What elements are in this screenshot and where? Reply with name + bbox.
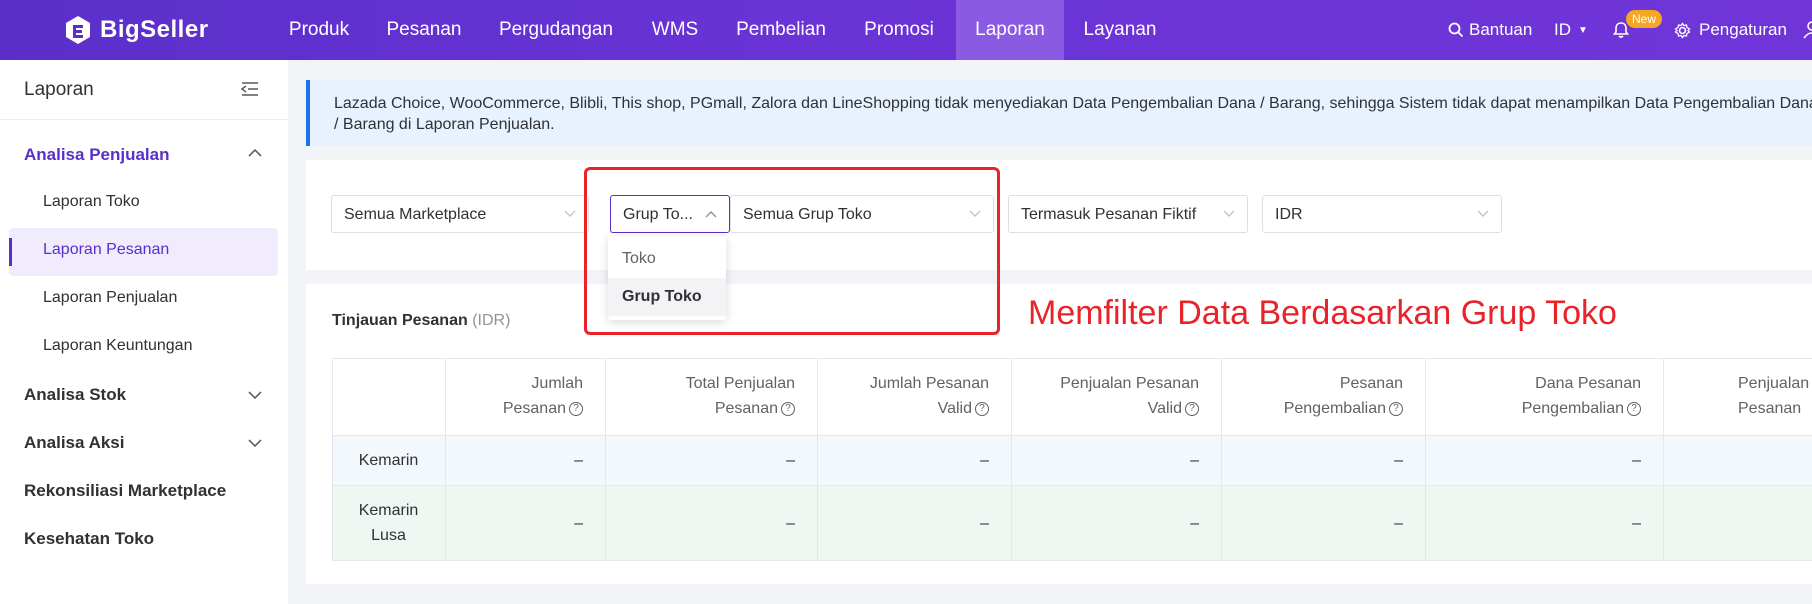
table-header-dana-pengembalian: Dana Pesanan Pengembalian? (1426, 358, 1664, 436)
help-icon[interactable]: ? (781, 401, 795, 416)
sidebar-item-laporan-pesanan[interactable]: Laporan Pesanan (43, 241, 169, 259)
fiktif-select-value: Termasuk Pesanan Fiktif (1021, 206, 1197, 223)
new-badge: New (1626, 10, 1663, 28)
table-cell: – (1426, 486, 1664, 561)
table-cell: – (1426, 436, 1664, 486)
info-notice: Lazada Choice, WooCommerce, Blibli, This… (306, 80, 1812, 146)
table-cell (1664, 436, 1812, 486)
overview-unit: (IDR) (472, 312, 511, 329)
sidebar-item-rekonsiliasi-marketplace[interactable]: Rekonsiliasi Marketplace (24, 481, 226, 501)
table-cell: – (1222, 436, 1426, 486)
annotation-highlight-box (584, 167, 1000, 335)
currency-select-value: IDR (1275, 206, 1303, 223)
nav-produk[interactable]: Produk (272, 0, 366, 60)
table-header-pesanan-pengembalian: Pesanan Pengembalian? (1222, 358, 1426, 436)
collapse-menu-icon[interactable] (240, 80, 260, 98)
nav-promosi[interactable]: Promosi (842, 0, 956, 60)
table-cell: – (1012, 486, 1222, 561)
nav-layanan[interactable]: Layanan (1064, 0, 1176, 60)
notice-line-2: / Barang di Laporan Penjualan. (334, 116, 555, 133)
help-link[interactable]: Bantuan (1448, 0, 1532, 60)
chevron-down-icon (564, 210, 576, 217)
logo-text: BigSeller (100, 16, 209, 43)
chevron-down-icon[interactable] (248, 438, 262, 448)
table-cell: – (1012, 436, 1222, 486)
sidebar: Laporan Analisa Penjualan Laporan Toko L… (0, 60, 288, 604)
table-cell: – (606, 436, 818, 486)
gear-icon (1674, 21, 1691, 39)
table-cell: – (1222, 486, 1426, 561)
annotation-text: Memfilter Data Berdasarkan Grup Toko (1028, 294, 1617, 332)
table-header-penjualan-pesanan: Penjualan Pesanan (1664, 358, 1812, 436)
nav-wms[interactable]: WMS (630, 0, 720, 60)
sidebar-item-laporan-keuntungan[interactable]: Laporan Keuntungan (43, 337, 192, 355)
user-icon[interactable] (1802, 20, 1812, 40)
overview-title: Tinjauan Pesanan (IDR) (332, 312, 510, 330)
help-icon[interactable]: ? (1185, 401, 1199, 416)
currency-select[interactable]: IDR (1262, 195, 1502, 233)
help-icon[interactable]: ? (975, 401, 989, 416)
caret-down-icon: ▼ (1578, 24, 1588, 36)
table-header-jumlah-pesanan: Jumlah Pesanan? (446, 358, 606, 436)
sidebar-item-laporan-penjualan[interactable]: Laporan Penjualan (43, 289, 177, 307)
nav-pergudangan[interactable]: Pergudangan (482, 0, 630, 60)
help-icon[interactable]: ? (569, 401, 583, 416)
table-cell: – (446, 486, 606, 561)
help-label: Bantuan (1469, 20, 1533, 39)
table-cell: – (606, 486, 818, 561)
sidebar-item-analisa-aksi[interactable]: Analisa Aksi (24, 433, 124, 453)
chevron-down-icon (1223, 210, 1235, 217)
overview-title-text: Tinjauan Pesanan (332, 312, 468, 329)
table-header-blank (332, 358, 446, 436)
table-cell (1664, 486, 1812, 561)
settings-link[interactable]: Pengaturan (1674, 0, 1787, 60)
notice-line-1: Lazada Choice, WooCommerce, Blibli, This… (334, 95, 1812, 112)
sidebar-item-kesehatan-toko[interactable]: Kesehatan Toko (24, 529, 154, 549)
marketplace-select-value: Semua Marketplace (344, 206, 487, 223)
nav-pesanan[interactable]: Pesanan (366, 0, 482, 60)
sidebar-item-analisa-stok[interactable]: Analisa Stok (24, 385, 126, 405)
settings-label: Pengaturan (1699, 20, 1787, 39)
chevron-down-icon (1477, 210, 1489, 217)
language-selector[interactable]: ID ▼ (1554, 0, 1588, 60)
top-navbar: BigSeller Produk Pesanan Pergudangan WMS… (0, 0, 1812, 60)
sidebar-item-laporan-toko[interactable]: Laporan Toko (43, 193, 140, 211)
help-icon[interactable]: ? (1627, 401, 1641, 416)
marketplace-select[interactable]: Semua Marketplace (331, 195, 589, 233)
language-label: ID (1554, 20, 1571, 39)
table-cell: – (818, 436, 1012, 486)
logo[interactable]: BigSeller (64, 14, 209, 46)
nav-pembelian[interactable]: Pembelian (720, 0, 842, 60)
notice-text: Lazada Choice, WooCommerce, Blibli, This… (334, 93, 1812, 135)
table-header-total-penjualan: Total Penjualan Pesanan? (606, 358, 818, 436)
table-cell: – (818, 486, 1012, 561)
table-header-jumlah-valid: Jumlah Pesanan Valid? (818, 358, 1012, 436)
chevron-up-icon[interactable] (248, 148, 262, 158)
sidebar-active-indicator (9, 238, 12, 266)
table-cell: – (446, 436, 606, 486)
bigseller-logo-icon (66, 16, 90, 44)
notification-button[interactable] (1612, 0, 1630, 60)
sidebar-item-analisa-penjualan[interactable]: Analisa Penjualan (24, 145, 170, 165)
sidebar-header: Laporan (0, 60, 288, 120)
help-icon[interactable]: ? (1389, 401, 1403, 416)
search-icon (1448, 22, 1464, 38)
chevron-down-icon[interactable] (248, 390, 262, 400)
table-row-label: Kemarin (332, 436, 446, 486)
fiktif-select[interactable]: Termasuk Pesanan Fiktif (1008, 195, 1248, 233)
table-header-penjualan-valid: Penjualan Pesanan Valid? (1012, 358, 1222, 436)
nav-laporan[interactable]: Laporan (956, 0, 1064, 60)
table-row-label: Kemarin Lusa (332, 486, 446, 561)
sidebar-title: Laporan (24, 79, 94, 100)
